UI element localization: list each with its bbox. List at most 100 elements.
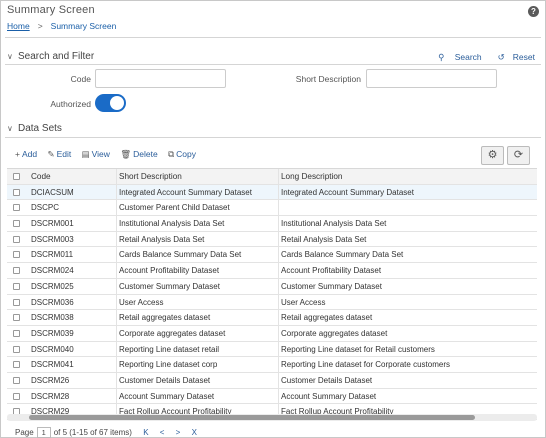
edit-button[interactable]: ✎ Edit — [47, 149, 71, 159]
row-select-cell — [7, 310, 27, 325]
row-checkbox[interactable] — [13, 188, 20, 196]
cell-code: DSCRM040 — [29, 341, 117, 357]
table-row[interactable]: DSCRM011 Cards Balance Summary Data Set Ca… — [7, 247, 537, 264]
row-checkbox[interactable] — [13, 220, 20, 228]
cell-long-description: User Access — [281, 297, 326, 307]
cell-short-description: Retail aggregates dataset — [117, 310, 279, 325]
copy-button[interactable]: ⧉ Copy — [168, 149, 196, 159]
table-row[interactable]: DSCRM025 Customer Summary Dataset Customer… — [7, 278, 537, 295]
data-sets-section-header[interactable]: ∨ Data Sets — [7, 123, 62, 134]
gear-icon: ⚙ — [487, 149, 498, 161]
row-select-cell — [7, 216, 27, 231]
table-row[interactable]: DSCRM28 Account Summary Dataset Account Su… — [7, 388, 537, 405]
table-row[interactable]: DSCRM001 Institutional Analysis Data Set I… — [7, 216, 537, 232]
cell-code: DSCRM011 — [29, 247, 117, 263]
short-description-field[interactable] — [366, 69, 497, 88]
page-number-input[interactable]: 1 — [36, 427, 51, 438]
next-page-button[interactable]: > — [176, 428, 181, 437]
row-checkbox[interactable] — [13, 345, 20, 353]
breadcrumb-separator: > — [37, 21, 43, 31]
row-checkbox[interactable] — [13, 235, 20, 243]
table-row[interactable]: DCIACSUM Integrated Account Summary Datas… — [7, 184, 537, 201]
cell-long-description: Institutional Analysis Data Set — [281, 219, 387, 229]
table-row[interactable]: DSCRM041 Reporting Line dataset corp Repor… — [7, 357, 537, 373]
column-header-long-description[interactable]: Long Description — [279, 169, 537, 184]
cell-short-description: Corporate aggregates dataset — [117, 325, 279, 341]
breadcrumb-current[interactable]: Summary Screen — [51, 21, 117, 31]
cell-long-description: Account Profitability Dataset — [281, 266, 382, 276]
data-sets-divider — [5, 137, 541, 138]
cell-long-description — [279, 200, 537, 215]
table-row[interactable]: DSCRM003 Retail Analysis Data Set Retail A… — [7, 231, 537, 248]
row-checkbox[interactable] — [13, 314, 20, 322]
row-checkbox[interactable] — [13, 392, 20, 400]
cell-code: DSCRM001 — [29, 216, 117, 231]
copy-icon: ⧉ — [168, 149, 175, 159]
table-row[interactable]: DSCRM040 Reporting Line dataset retail Rep… — [7, 341, 537, 358]
first-page-button[interactable]: K — [143, 428, 148, 437]
cell-short-description: Retail Analysis Data Set — [117, 231, 279, 247]
reset-icon: ↺ — [497, 52, 505, 62]
cell-short-description: Customer Parent Child Dataset — [117, 200, 279, 216]
cell-code: DSCRM28 — [29, 388, 117, 404]
scrollbar-thumb[interactable] — [29, 415, 475, 420]
edit-button-label: Edit — [56, 149, 72, 159]
horizontal-scrollbar[interactable] — [7, 414, 537, 421]
gear-refresh-icon: ⟳ — [513, 149, 524, 161]
column-header-short-description[interactable]: Short Description — [117, 169, 279, 184]
table-row[interactable]: DSCPC Customer Parent Child Dataset — [7, 200, 537, 217]
row-checkbox[interactable] — [13, 329, 20, 337]
table-row[interactable]: DSCRM039 Corporate aggregates dataset Corp… — [7, 325, 537, 342]
cell-code: DSCRM025 — [29, 278, 117, 294]
row-checkbox[interactable] — [13, 251, 20, 259]
table-row[interactable]: DSCRM26 Customer Details Dataset Customer … — [7, 372, 537, 389]
search-filter-actions: ⚲ Search ↺ Reset — [422, 52, 535, 63]
prev-page-button[interactable]: < — [160, 428, 165, 437]
page-info: of 5 (1-15 of 67 items) — [53, 428, 132, 437]
row-checkbox[interactable] — [13, 204, 20, 212]
data-sets-label: Data Sets — [18, 123, 62, 134]
pagination: Page 1 of 5 (1-15 of 67 items) K < > X — [15, 427, 197, 438]
view-button[interactable]: ▤ View — [82, 149, 110, 159]
add-button[interactable]: + Add — [15, 149, 37, 159]
table-row[interactable]: DSCRM036 User Access User Access — [7, 294, 537, 311]
dataset-toolbar: + Add ✎ Edit ▤ View 🗑 Delete ⧉ Copy — [15, 149, 204, 160]
select-all-checkbox[interactable] — [13, 173, 20, 180]
last-page-button[interactable]: X — [192, 428, 197, 437]
row-select-cell — [7, 326, 27, 341]
cell-code: DSCRM038 — [29, 310, 117, 325]
search-button[interactable]: ⚲ Search — [430, 52, 482, 62]
header-divider — [5, 37, 541, 38]
refresh-settings-button[interactable]: ⟳ — [507, 146, 530, 165]
row-checkbox[interactable] — [13, 298, 20, 306]
cell-short-description: Integrated Account Summary Dataset — [117, 184, 279, 200]
table-row[interactable]: DSCRM024 Account Profitability Dataset Acc… — [7, 263, 537, 279]
row-checkbox[interactable] — [13, 361, 20, 369]
cell-long-description: Retail aggregates dataset — [281, 313, 373, 323]
select-all-cell — [7, 169, 27, 184]
search-filter-section-header[interactable]: ∨ Search and Filter — [7, 51, 94, 62]
row-checkbox[interactable] — [13, 282, 20, 290]
authorized-label: Authorized — [50, 99, 91, 109]
table-row[interactable]: DSCRM038 Retail aggregates dataset Retail … — [7, 310, 537, 326]
delete-button[interactable]: 🗑 Delete — [120, 149, 157, 159]
cell-short-description: Customer Details Dataset — [117, 372, 279, 388]
help-icon[interactable]: ? — [528, 6, 539, 17]
reset-button[interactable]: ↺ Reset — [490, 52, 535, 62]
short-description-label: Short Description — [295, 74, 361, 84]
settings-button[interactable]: ⚙ — [481, 146, 504, 165]
cell-code: DSCRM024 — [29, 263, 117, 278]
edit-icon: ✎ — [47, 149, 55, 159]
row-checkbox[interactable] — [13, 376, 20, 384]
code-field[interactable] — [95, 69, 226, 88]
cell-long-description: Account Summary Dataset — [281, 391, 377, 401]
code-label: Code — [70, 74, 91, 84]
cell-code: DSCRM003 — [29, 231, 117, 247]
row-select-cell — [7, 232, 27, 247]
search-filter-label: Search and Filter — [18, 51, 95, 62]
breadcrumb-home-link[interactable]: Home — [7, 21, 30, 31]
authorized-toggle[interactable] — [95, 94, 126, 112]
row-checkbox[interactable] — [13, 267, 20, 275]
row-select-cell — [7, 279, 27, 294]
column-header-code[interactable]: Code — [29, 169, 117, 184]
